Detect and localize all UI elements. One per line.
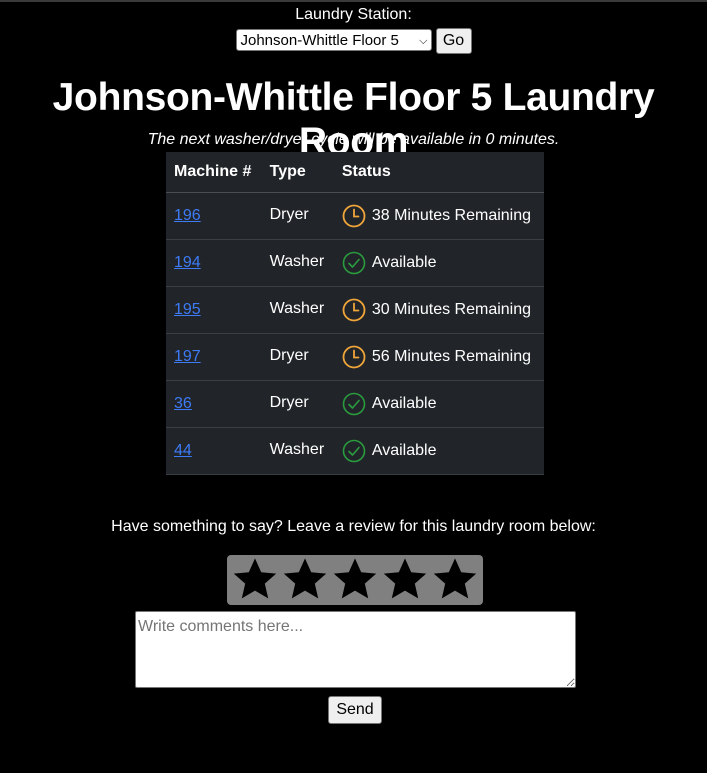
page-title: Johnson-Whittle Floor 5 Laundry Room <box>52 76 655 163</box>
clock-icon <box>342 204 372 228</box>
clock-icon <box>342 298 372 322</box>
station-controls: Johnson-Whittle Floor 5 ⌵ Go <box>0 28 707 54</box>
table-row: 195 Washer 30 Minutes Remaining <box>166 285 544 334</box>
machine-link[interactable]: 36 <box>174 395 192 412</box>
star-icon[interactable] <box>331 556 379 604</box>
station-label: Laundry Station: <box>295 6 412 23</box>
table-header-row: Machine # Type Status <box>166 152 544 193</box>
machine-number-cell: 197 <box>166 333 262 381</box>
star-icon[interactable] <box>231 556 279 604</box>
table-row: 36 Dryer Available <box>166 379 544 428</box>
machine-number-cell: 196 <box>166 192 262 240</box>
machine-type: Washer <box>261 426 334 474</box>
header-machine: Machine # <box>166 152 262 193</box>
status-text: 56 Minutes Remaining <box>371 348 532 365</box>
machine-status-cell: Available <box>333 427 544 475</box>
machine-status-cell: Available <box>333 239 544 287</box>
station-select-value: Johnson-Whittle Floor 5 <box>240 32 399 49</box>
machine-number-cell: 44 <box>166 427 262 475</box>
machine-type: Dryer <box>261 332 334 380</box>
send-button[interactable]: Send <box>328 696 382 724</box>
status-text: 30 Minutes Remaining <box>371 301 532 318</box>
machine-type: Dryer <box>261 191 334 239</box>
machine-status-cell: 56 Minutes Remaining <box>333 333 544 381</box>
machine-number-cell: 36 <box>166 380 262 428</box>
status-text: Available <box>371 254 437 271</box>
comments-field[interactable] <box>135 611 576 688</box>
machine-type: Dryer <box>261 379 334 427</box>
top-border <box>0 0 707 2</box>
table-row: 197 Dryer 56 Minutes Remaining <box>166 332 544 381</box>
chevron-down-icon: ⌵ <box>419 35 428 47</box>
check-circle-icon <box>342 251 372 275</box>
machine-type: Washer <box>261 285 334 333</box>
table-row: 44 Washer Available <box>166 426 544 475</box>
next-cycle-notice: The next washer/dryer cycle will be avai… <box>147 131 560 148</box>
machine-number-cell: 195 <box>166 286 262 334</box>
machines-table: Machine # Type Status 196 Dryer 38 Minutes… <box>166 152 544 475</box>
status-text: 38 Minutes Remaining <box>371 207 532 224</box>
check-circle-icon <box>342 439 372 463</box>
status-text: Available <box>371 395 437 412</box>
station-select[interactable]: Johnson-Whittle Floor 5 ⌵ <box>235 29 432 51</box>
status-text: Available <box>371 442 437 459</box>
go-button[interactable]: Go <box>435 28 472 54</box>
star-icon[interactable] <box>381 556 429 604</box>
machine-link[interactable]: 44 <box>174 442 192 459</box>
machine-status-cell: 38 Minutes Remaining <box>333 192 544 240</box>
machine-link[interactable]: 194 <box>174 254 201 271</box>
star-icon[interactable] <box>431 556 479 604</box>
machine-link[interactable]: 197 <box>174 348 201 365</box>
machine-status-cell: Available <box>333 380 544 428</box>
header-status: Status <box>333 152 544 193</box>
star-icon[interactable] <box>281 556 329 604</box>
machine-link[interactable]: 196 <box>174 207 201 224</box>
check-circle-icon <box>342 392 372 416</box>
machine-number-cell: 194 <box>166 239 262 287</box>
header-type: Type <box>261 152 334 193</box>
machine-status-cell: 30 Minutes Remaining <box>333 286 544 334</box>
machine-link[interactable]: 195 <box>174 301 201 318</box>
table-row: 196 Dryer 38 Minutes Remaining <box>166 191 544 240</box>
machine-type: Washer <box>261 238 334 286</box>
clock-icon <box>342 345 372 369</box>
star-rating <box>227 555 483 605</box>
table-row: 194 Washer Available <box>166 238 544 287</box>
review-prompt: Have something to say? Leave a review fo… <box>111 518 596 535</box>
